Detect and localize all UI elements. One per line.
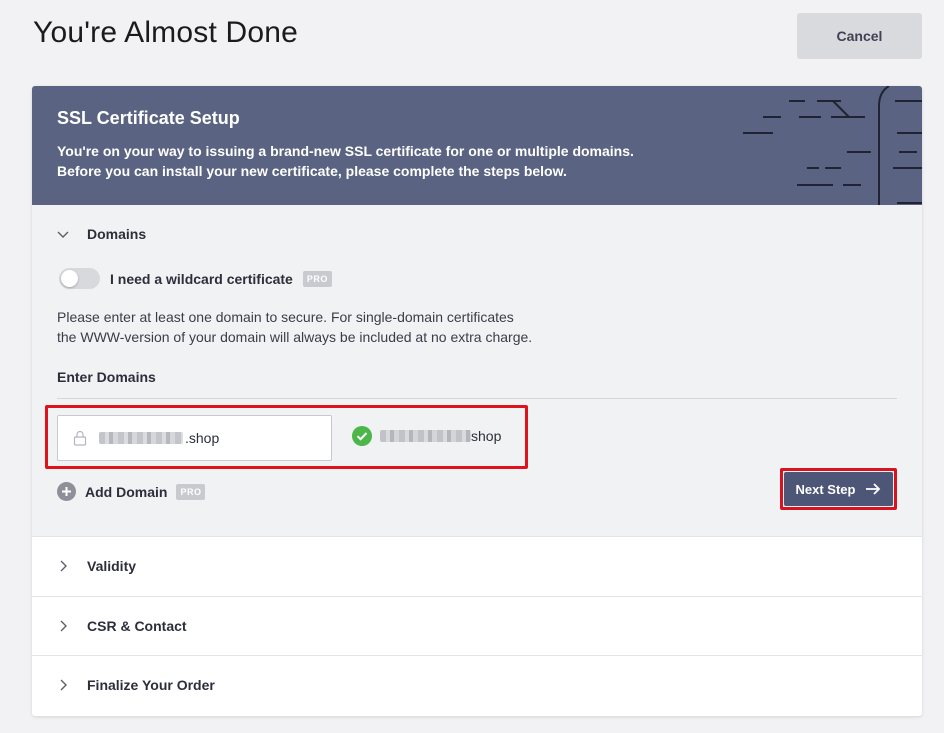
chevron-right-icon <box>60 679 67 691</box>
circuit-decoration-icon <box>743 86 922 205</box>
domain-highlight-box <box>45 405 528 469</box>
domains-section-header[interactable]: Domains <box>57 226 146 242</box>
banner-description-line-2: Before you can install your new certific… <box>57 163 567 179</box>
add-domain-button[interactable]: Add Domain PRO <box>57 482 206 501</box>
next-step-label: Next Step <box>795 481 856 497</box>
csr-contact-section-title: CSR & Contact <box>87 618 187 634</box>
chevron-down-icon <box>57 231 69 238</box>
csr-contact-section: CSR & Contact <box>32 596 922 656</box>
cancel-button[interactable]: Cancel <box>797 13 922 59</box>
ssl-setup-banner: SSL Certificate Setup You're on your way… <box>32 86 922 205</box>
plus-circle-icon <box>57 482 76 501</box>
next-step-highlight: Next Step <box>780 468 897 510</box>
finalize-order-section: Finalize Your Order <box>32 655 922 715</box>
toggle-knob <box>61 270 78 287</box>
finalize-order-section-title: Finalize Your Order <box>87 677 215 693</box>
finalize-order-section-header[interactable]: Finalize Your Order <box>57 677 215 693</box>
domains-description-line-1: Please enter at least one domain to secu… <box>57 309 514 325</box>
domains-section-title: Domains <box>87 226 147 242</box>
validity-section-header[interactable]: Validity <box>57 558 136 574</box>
enter-domains-label: Enter Domains <box>57 369 156 385</box>
chevron-right-icon <box>60 560 67 572</box>
add-domain-label: Add Domain <box>85 483 168 500</box>
validity-section: Validity <box>32 536 922 596</box>
domains-description-line-2: the WWW-version of your domain will alwa… <box>57 329 533 345</box>
arrow-right-icon <box>866 483 881 495</box>
csr-contact-section-header[interactable]: CSR & Contact <box>57 618 187 634</box>
divider <box>57 398 897 399</box>
wildcard-label: I need a wildcard certificate <box>110 270 293 287</box>
domains-section: Domains I need a wildcard certificate PR… <box>32 205 922 536</box>
ssl-setup-card: SSL Certificate Setup You're on your way… <box>32 86 922 716</box>
domains-description: Please enter at least one domain to secu… <box>57 307 617 347</box>
banner-description-line-1: You're on your way to issuing a brand-ne… <box>57 143 634 159</box>
wildcard-toggle[interactable] <box>59 268 100 289</box>
validity-section-title: Validity <box>87 558 137 574</box>
banner-description: You're on your way to issuing a brand-ne… <box>57 141 697 181</box>
pro-badge: PRO <box>302 270 332 287</box>
pro-badge: PRO <box>176 483 206 500</box>
next-step-button[interactable]: Next Step <box>784 472 893 506</box>
wildcard-toggle-row: I need a wildcard certificate PRO <box>59 268 332 289</box>
page-title: You're Almost Done <box>33 16 299 49</box>
banner-title: SSL Certificate Setup <box>57 108 240 128</box>
chevron-right-icon <box>60 620 67 632</box>
